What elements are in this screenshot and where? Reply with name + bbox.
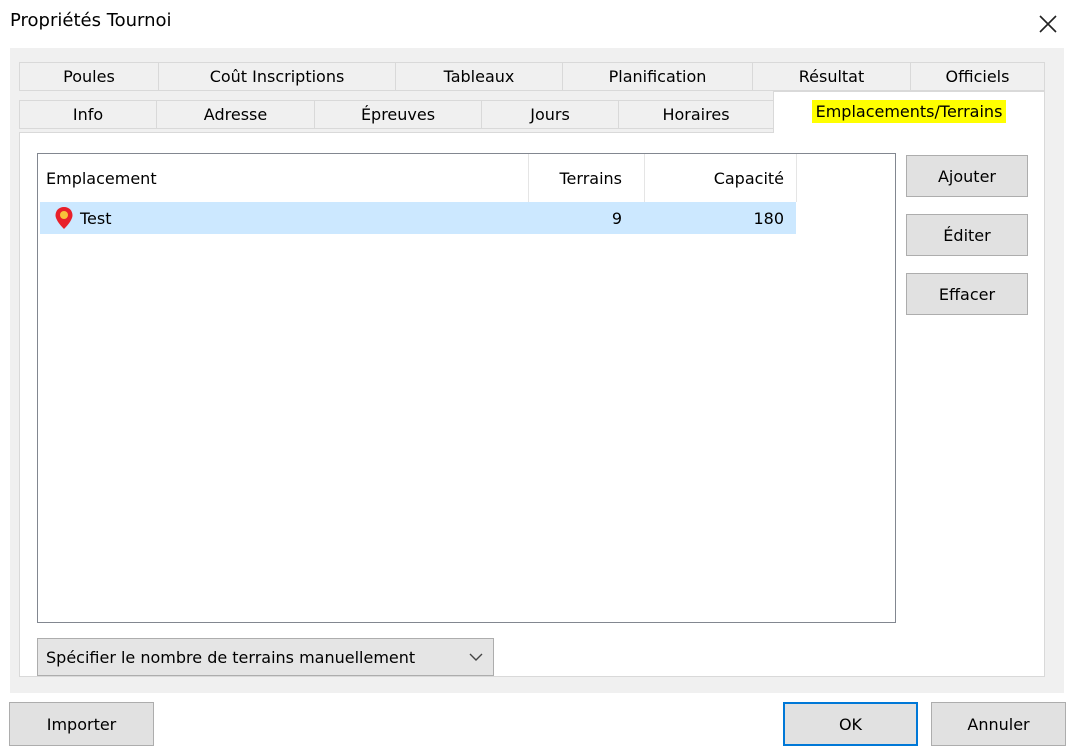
column-header-terrains[interactable]: Terrains	[528, 154, 634, 202]
locations-list[interactable]: Emplacement Terrains Capacité Test 9 180	[37, 153, 896, 623]
location-name: Test	[80, 208, 112, 228]
column-divider[interactable]	[796, 154, 797, 202]
terrain-mode-select[interactable]: Spécifier le nombre de terrains manuelle…	[37, 638, 494, 676]
tab-label: Horaires	[662, 105, 730, 124]
tab-label: Poules	[63, 67, 115, 86]
column-header-label: Capacité	[713, 168, 784, 188]
tab-label: Officiels	[945, 67, 1010, 86]
tab-adresse[interactable]: Adresse	[156, 100, 315, 129]
window-title: Propriétés Tournoi	[10, 10, 172, 31]
table-row[interactable]: Test 9 180	[40, 202, 796, 234]
tab-label: Emplacements/Terrains	[811, 100, 1007, 123]
tab-label: Résultat	[798, 67, 865, 86]
capacite-value: 180	[753, 208, 784, 228]
map-pin-icon	[55, 207, 73, 229]
tab-tableaux[interactable]: Tableaux	[395, 62, 563, 91]
terrains-value: 9	[611, 208, 622, 228]
import-button[interactable]: Importer	[9, 702, 154, 746]
tab-label: Info	[72, 105, 104, 124]
tab-label: Jours	[530, 105, 570, 124]
tab-jours[interactable]: Jours	[481, 100, 619, 129]
edit-button[interactable]: Éditer	[906, 214, 1028, 256]
cancel-button[interactable]: Annuler	[931, 702, 1066, 746]
tab-resultat[interactable]: Résultat	[752, 62, 911, 91]
ok-button[interactable]: OK	[783, 702, 918, 746]
terrain-mode-value: Spécifier le nombre de terrains manuelle…	[46, 647, 416, 667]
tab-info[interactable]: Info	[19, 100, 157, 129]
close-icon[interactable]	[1036, 12, 1060, 36]
column-header-emplacement[interactable]: Emplacement	[46, 154, 526, 202]
tab-epreuves[interactable]: Épreuves	[314, 100, 482, 129]
tab-label: Épreuves	[360, 105, 436, 124]
tab-horaires[interactable]: Horaires	[618, 100, 774, 129]
tab-label: Tableaux	[443, 67, 515, 86]
delete-button[interactable]: Effacer	[906, 273, 1028, 315]
tab-officiels[interactable]: Officiels	[910, 62, 1045, 91]
tab-label: Coût Inscriptions	[209, 67, 345, 86]
add-button[interactable]: Ajouter	[906, 155, 1028, 197]
tab-planification[interactable]: Planification	[562, 62, 753, 91]
tab-label: Adresse	[203, 105, 268, 124]
tab-poules[interactable]: Poules	[19, 62, 159, 91]
chevron-down-icon	[469, 653, 483, 661]
column-header-label: Terrains	[559, 168, 623, 188]
column-header-capacite[interactable]: Capacité	[644, 154, 796, 202]
tab-emplacements-terrains[interactable]: Emplacements/Terrains	[773, 91, 1045, 133]
tab-cout-inscriptions[interactable]: Coût Inscriptions	[158, 62, 396, 91]
tab-label: Planification	[608, 67, 707, 86]
column-header-label: Emplacement	[46, 168, 157, 188]
